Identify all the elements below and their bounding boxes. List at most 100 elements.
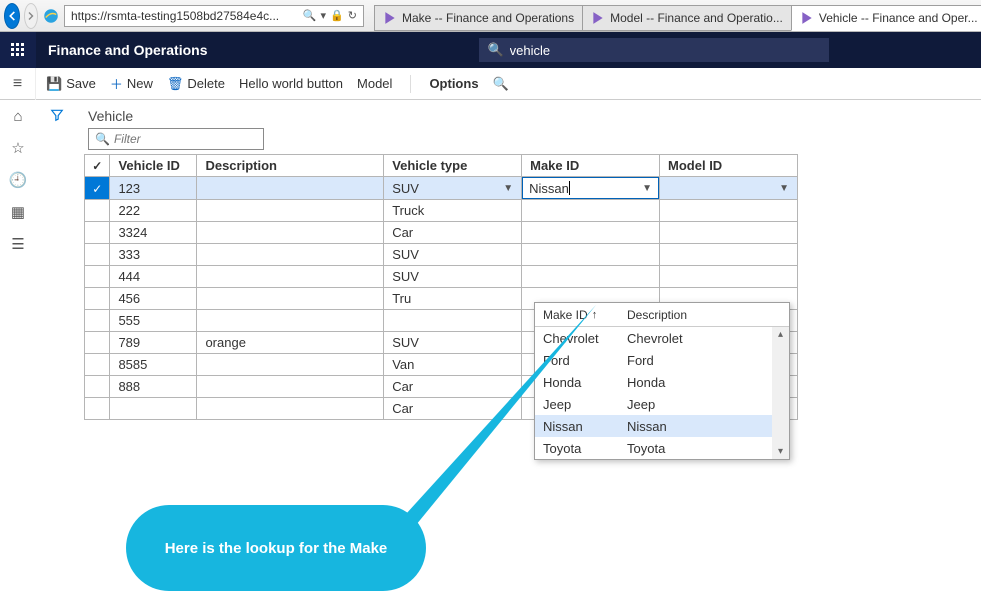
cell-description[interactable] <box>197 354 384 376</box>
refresh-icon[interactable]: ↻ <box>348 9 357 22</box>
workspaces-icon[interactable]: ▦ <box>11 203 25 221</box>
cell-model-id[interactable]: ▼ <box>660 177 798 200</box>
header-vehicle-id[interactable]: Vehicle ID <box>110 155 197 177</box>
header-model-id[interactable]: Model ID <box>660 155 798 177</box>
tab-vehicle[interactable]: Vehicle -- Finance and Oper... × <box>791 5 981 31</box>
row-check[interactable] <box>85 200 110 222</box>
cell-make-id[interactable] <box>522 244 660 266</box>
cell-make-id[interactable]: Nissan▼ <box>522 177 660 200</box>
cell-vehicle-id[interactable]: 333 <box>110 244 197 266</box>
row-check[interactable] <box>85 354 110 376</box>
trash-icon: 🗑 <box>167 76 184 92</box>
table-row[interactable]: 333 SUV <box>85 244 798 266</box>
cell-model-id[interactable] <box>660 222 798 244</box>
modules-icon[interactable]: ☰ <box>11 235 24 253</box>
header-description[interactable]: Description <box>197 155 384 177</box>
dropdown-icon[interactable]: ▾ <box>321 9 327 22</box>
cell-make-id[interactable] <box>522 266 660 288</box>
cell-make-id[interactable] <box>522 200 660 222</box>
table-row[interactable]: 444 SUV <box>85 266 798 288</box>
row-check[interactable] <box>85 332 110 354</box>
cell-vehicle-id[interactable]: 222 <box>110 200 197 222</box>
cell-description[interactable] <box>197 398 384 420</box>
hello-world-button[interactable]: Hello world button <box>239 76 343 91</box>
chevron-down-icon[interactable]: ▼ <box>642 183 652 194</box>
forward-button[interactable] <box>24 3 38 29</box>
table-row[interactable]: 3324 Car <box>85 222 798 244</box>
cell-model-id[interactable] <box>660 266 798 288</box>
cell-description[interactable] <box>197 310 384 332</box>
cell-vehicle-id[interactable]: 789 <box>110 332 197 354</box>
table-row[interactable]: ✓123SUV▼Nissan▼▼ <box>85 177 798 200</box>
cell-vehicle-type[interactable]: Car <box>384 222 522 244</box>
app-launcher[interactable] <box>0 32 36 68</box>
cell-vehicle-id[interactable]: 123 <box>110 177 197 200</box>
cell-description[interactable] <box>197 244 384 266</box>
tab-label: Make -- Finance and Operations <box>402 11 574 25</box>
row-check[interactable] <box>85 244 110 266</box>
delete-button[interactable]: 🗑Delete <box>167 76 225 92</box>
cell-make-id[interactable] <box>522 222 660 244</box>
cell-description[interactable] <box>197 266 384 288</box>
nav-menu-button[interactable]: ≡ <box>0 68 36 100</box>
annotation-callout: Here is the lookup for the Make <box>126 505 426 591</box>
cell-model-id[interactable] <box>660 200 798 222</box>
row-check[interactable]: ✓ <box>85 177 110 200</box>
header-check[interactable]: ✓ <box>85 155 110 177</box>
cell-vehicle-id[interactable]: 8585 <box>110 354 197 376</box>
table-row[interactable]: 222 Truck <box>85 200 798 222</box>
cell-vehicle-id[interactable] <box>110 398 197 420</box>
search-toolbar-button[interactable]: 🔍 <box>493 76 509 92</box>
cell-vehicle-id[interactable]: 888 <box>110 376 197 398</box>
cell-description[interactable] <box>197 177 384 200</box>
cell-vehicle-id[interactable]: 444 <box>110 266 197 288</box>
row-check[interactable] <box>85 310 110 332</box>
row-check[interactable] <box>85 288 110 310</box>
cell-vehicle-type[interactable]: Truck <box>384 200 522 222</box>
options-button[interactable]: Options <box>429 76 478 91</box>
cell-description[interactable] <box>197 376 384 398</box>
cell-model-id[interactable] <box>660 244 798 266</box>
back-button[interactable] <box>4 3 20 29</box>
save-icon: 💾 <box>46 76 62 92</box>
waffle-icon <box>11 43 25 57</box>
cell-description[interactable] <box>197 222 384 244</box>
cell-vehicle-id[interactable]: 555 <box>110 310 197 332</box>
new-button[interactable]: ＋New <box>110 74 153 93</box>
cell-description[interactable] <box>197 288 384 310</box>
grid-filter[interactable]: 🔍 <box>88 128 264 150</box>
filter-pane-icon[interactable] <box>50 108 64 125</box>
lookup-col-desc[interactable]: Description <box>619 308 695 322</box>
header-make-id[interactable]: Make ID <box>522 155 660 177</box>
chevron-down-icon[interactable]: ▼ <box>503 183 513 194</box>
cell-vehicle-type[interactable]: SUV▼ <box>384 177 522 200</box>
cell-vehicle-id[interactable]: 456 <box>110 288 197 310</box>
cell-vehicle-type[interactable]: SUV <box>384 266 522 288</box>
row-check[interactable] <box>85 266 110 288</box>
address-bar[interactable]: https://rsmta-testing1508bd27584e4c... 🔍… <box>64 5 364 27</box>
cell-vehicle-id[interactable]: 3324 <box>110 222 197 244</box>
chevron-down-icon[interactable]: ▼ <box>779 183 789 194</box>
lock-icon: 🔒 <box>330 9 344 22</box>
lookup-scrollbar[interactable]: ▴ ▾ <box>772 327 789 459</box>
row-check[interactable] <box>85 222 110 244</box>
search-input[interactable] <box>510 43 822 58</box>
tab-model[interactable]: Model -- Finance and Operatio... <box>582 5 792 31</box>
scroll-down-icon[interactable]: ▾ <box>778 446 783 457</box>
row-check[interactable] <box>85 398 110 420</box>
callout-text: Here is the lookup for the Make <box>126 505 426 591</box>
save-button[interactable]: 💾Save <box>46 76 96 92</box>
scroll-up-icon[interactable]: ▴ <box>778 329 783 340</box>
cell-description[interactable]: orange <box>197 332 384 354</box>
filter-input[interactable] <box>114 132 257 146</box>
row-check[interactable] <box>85 376 110 398</box>
home-icon[interactable]: ⌂ <box>13 108 22 125</box>
tab-make[interactable]: Make -- Finance and Operations <box>374 5 583 31</box>
cell-description[interactable] <box>197 200 384 222</box>
cell-vehicle-type[interactable]: SUV <box>384 244 522 266</box>
favorites-icon[interactable]: ☆ <box>11 139 24 157</box>
model-button[interactable]: Model <box>357 76 392 91</box>
recent-icon[interactable]: 🕘 <box>9 171 28 189</box>
header-vehicle-type[interactable]: Vehicle type <box>384 155 522 177</box>
global-search[interactable]: 🔍 <box>479 38 829 62</box>
